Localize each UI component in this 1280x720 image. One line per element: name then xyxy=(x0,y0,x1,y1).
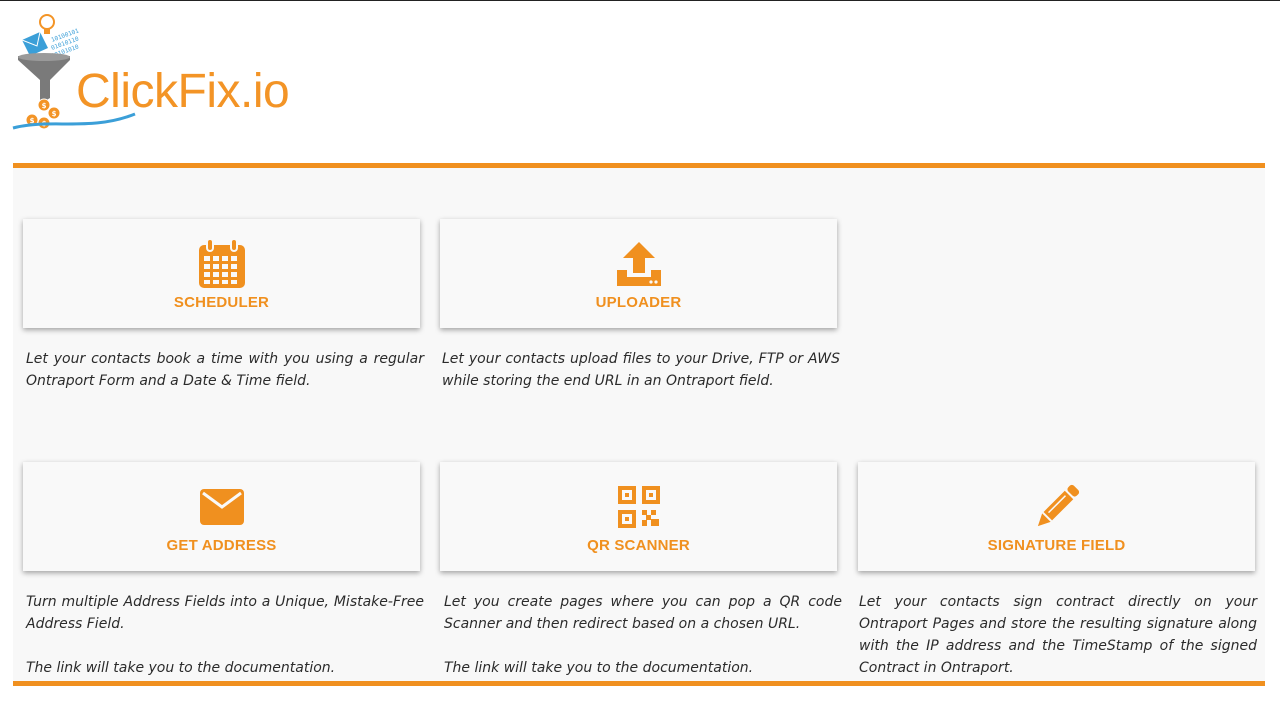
get-address-title: GET ADDRESS xyxy=(166,537,277,554)
uploader-description-text: Let your contacts upload files to your D… xyxy=(442,351,840,389)
qr-scanner-description: Let you create pages where you can pop a… xyxy=(444,591,842,679)
uploader-description: Let your contacts upload files to your D… xyxy=(442,348,840,392)
logo-wordmark: ClickFix.io xyxy=(76,65,290,118)
qr-code-icon xyxy=(614,482,664,532)
envelope-icon xyxy=(197,482,247,532)
qr-scanner-card[interactable]: QR SCANNER xyxy=(440,462,837,571)
top-border xyxy=(0,0,1280,1)
signature-field-card[interactable]: SIGNATURE FIELD xyxy=(858,462,1255,571)
scheduler-description: Let your contacts book a time with you u… xyxy=(26,348,424,392)
qr-scanner-title: QR SCANNER xyxy=(587,537,690,554)
upload-icon xyxy=(614,239,664,289)
qr-scanner-doc-link-text[interactable]: The link will take you to the documentat… xyxy=(444,657,842,679)
get-address-description-text: Turn multiple Address Fields into a Uniq… xyxy=(26,594,424,632)
apps-panel: SCHEDULER Let your contacts book a time … xyxy=(13,163,1265,686)
calendar-icon xyxy=(197,239,247,289)
scheduler-title: SCHEDULER xyxy=(173,294,270,311)
signature-field-description-text: Let your contacts sign contract directly… xyxy=(859,594,1257,676)
get-address-doc-link-text[interactable]: The link will take you to the documentat… xyxy=(26,657,424,679)
scheduler-description-text: Let your contacts book a time with you u… xyxy=(26,351,424,389)
clickfix-logo[interactable]: 10100101 01010110 10101010 $ $ $ $ Click… xyxy=(10,10,340,135)
qr-scanner-description-text: Let you create pages where you can pop a… xyxy=(444,594,842,632)
svg-text:$: $ xyxy=(42,102,47,110)
pencil-icon xyxy=(1032,482,1082,532)
uploader-card[interactable]: UPLOADER xyxy=(440,219,837,328)
get-address-description: Turn multiple Address Fields into a Uniq… xyxy=(26,591,424,679)
svg-text:$: $ xyxy=(52,110,57,118)
uploader-title: UPLOADER xyxy=(595,294,682,311)
signature-field-description: Let your contacts sign contract directly… xyxy=(859,591,1257,679)
scheduler-card[interactable]: SCHEDULER xyxy=(23,219,420,328)
signature-field-title: SIGNATURE FIELD xyxy=(987,537,1126,554)
get-address-card[interactable]: GET ADDRESS xyxy=(23,462,420,571)
